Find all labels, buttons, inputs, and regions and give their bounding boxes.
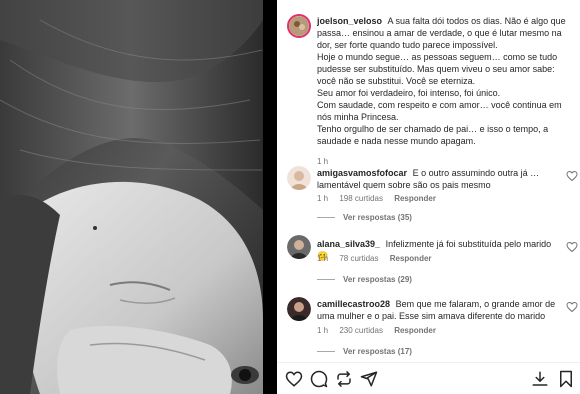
comment-1-reply-button[interactable]: Responder <box>394 194 436 203</box>
comment-2-meta: 1 h 78 curtidas Responder <box>317 254 441 263</box>
caption-line-2: Hoje o mundo segue… as pessoas seguem… c… <box>317 52 558 86</box>
comment-3-view-replies[interactable]: Ver respostas (17) <box>317 347 412 356</box>
carousel-edge <box>263 0 277 394</box>
comment-1-like-icon[interactable] <box>566 170 578 182</box>
comment-avatar[interactable] <box>287 297 311 321</box>
comment-avatar[interactable] <box>287 166 311 190</box>
heart-icon[interactable] <box>285 370 303 388</box>
comment-3-meta: 1 h 230 curtidas Responder <box>317 326 445 335</box>
comment-1-username[interactable]: amigasvamosfofocar <box>317 168 407 178</box>
comment-3-username[interactable]: camillecastroo28 <box>317 299 390 309</box>
comment-3-time: 1 h <box>317 326 329 335</box>
comment-icon[interactable] <box>310 370 328 388</box>
comment-1: amigasvamosfofocar E o outro assumindo o… <box>317 167 552 191</box>
caption-line-3: Seu amor foi verdadeiro, foi intenso, fo… <box>317 88 501 98</box>
comment-3: camillecastroo28 Bem que me falaram, o g… <box>317 298 557 322</box>
comment-1-time: 1 h <box>317 194 329 203</box>
post-action-bar <box>277 362 580 394</box>
comment-2-view-replies[interactable]: Ver respostas (29) <box>317 275 412 284</box>
author-avatar[interactable] <box>287 14 311 38</box>
photo-image <box>0 0 277 394</box>
repost-icon[interactable] <box>335 370 353 388</box>
comment-2-reply-button[interactable]: Responder <box>390 254 432 263</box>
comments-panel: joelson_veloso A sua falta dói todos os … <box>277 0 580 394</box>
save-icon[interactable] <box>557 370 575 388</box>
caption-time: 1 h <box>317 157 329 166</box>
caption-username[interactable]: joelson_veloso <box>317 16 382 26</box>
post-caption: joelson_veloso A sua falta dói todos os … <box>317 15 569 166</box>
comment-2-like-icon[interactable] <box>566 241 578 253</box>
caption-line-5: Tenho orgulho de ser chamado de pai… e i… <box>317 124 549 146</box>
comment-avatar[interactable] <box>287 235 311 259</box>
comment-2-username[interactable]: alana_silva39_ <box>317 239 380 249</box>
share-icon[interactable] <box>360 370 378 388</box>
comment-2-time: 1 h <box>317 254 329 263</box>
comment-2-likes[interactable]: 78 curtidas <box>339 254 378 263</box>
comment-3-like-icon[interactable] <box>566 301 578 313</box>
comment-3-reply-button[interactable]: Responder <box>394 326 436 335</box>
comment-3-likes[interactable]: 230 curtidas <box>339 326 383 335</box>
download-icon[interactable] <box>531 370 549 388</box>
comment-1-meta: 1 h 198 curtidas Responder <box>317 194 445 203</box>
caption-line-4: Com saudade, com respeito e com amor… vo… <box>317 100 562 122</box>
post-photo[interactable] <box>0 0 277 394</box>
comment-1-view-replies[interactable]: Ver respostas (35) <box>317 213 412 222</box>
comment-1-likes[interactable]: 198 curtidas <box>339 194 383 203</box>
